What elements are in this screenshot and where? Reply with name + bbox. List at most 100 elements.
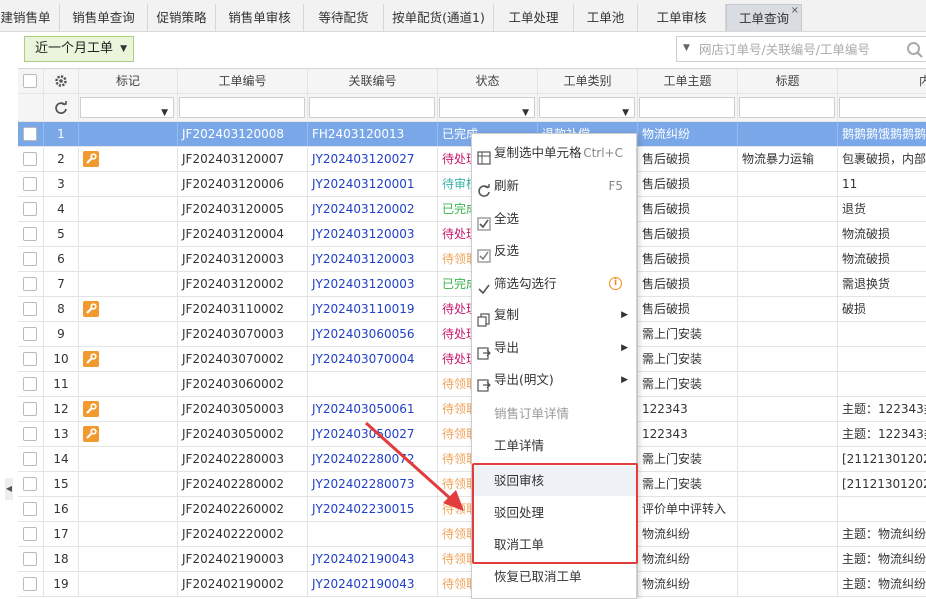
tab-8[interactable]: 工单审核 — [638, 4, 726, 31]
col-header-title[interactable]: 标题 — [738, 69, 838, 93]
filter-category-select[interactable]: ▼ — [539, 97, 635, 118]
title-text — [738, 222, 838, 246]
ref-id-link[interactable]: JY202403070004 — [308, 347, 438, 371]
ref-id-link[interactable]: FH2403120013 — [308, 122, 438, 146]
row-checkbox[interactable] — [23, 352, 37, 366]
work-order-id: JF202403060002 — [178, 372, 308, 396]
menu-item-5[interactable]: 复制 ▶ — [472, 300, 636, 330]
menu-item-7[interactable]: 导出(明文) ▶ — [472, 365, 636, 395]
col-header-ref-id[interactable]: 关联编号 — [308, 69, 438, 93]
row-checkbox[interactable] — [23, 177, 37, 191]
row-checkbox[interactable] — [23, 152, 37, 166]
menu-item-9[interactable]: 工单详情 — [472, 431, 636, 461]
ref-id-link[interactable]: JY202402190043 — [308, 547, 438, 571]
row-checkbox[interactable] — [23, 427, 37, 441]
filter-subject-input[interactable] — [639, 97, 735, 118]
ref-id-link[interactable]: JY202402190043 — [308, 572, 438, 596]
tab-label: 工单审核 — [656, 10, 707, 25]
row-checkbox[interactable] — [23, 452, 37, 466]
select-all-checkbox[interactable] — [23, 74, 37, 88]
col-header-content[interactable]: 内 — [838, 69, 926, 93]
menu-item-shortcut: Ctrl+C — [583, 146, 623, 160]
menu-item-0[interactable]: 复制选中单元格 Ctrl+C — [472, 138, 636, 168]
row-checkbox[interactable] — [23, 327, 37, 341]
tab-4[interactable]: 等待配货 — [304, 4, 384, 31]
row-checkbox[interactable] — [23, 127, 37, 141]
row-checkbox[interactable] — [23, 527, 37, 541]
row-checkbox[interactable] — [23, 577, 37, 591]
row-number: 16 — [44, 497, 79, 521]
ref-id-link[interactable]: JY202403110019 — [308, 297, 438, 321]
filter-status-select[interactable]: ▼ — [439, 97, 535, 118]
gear-icon[interactable] — [54, 74, 68, 88]
row-number: 19 — [44, 572, 79, 596]
col-header-status[interactable]: 状态 — [438, 69, 538, 93]
title-text — [738, 397, 838, 421]
tab-0[interactable]: 建销售单 — [0, 4, 60, 31]
ref-id-link[interactable]: JY202402230015 — [308, 497, 438, 521]
filter-ref-id-input[interactable] — [309, 97, 435, 118]
filter-mark-select[interactable]: ▼ — [80, 97, 174, 118]
info-icon[interactable]: i — [609, 277, 622, 290]
ref-id-link[interactable]: JY202403120002 — [308, 197, 438, 221]
content-text — [838, 497, 926, 521]
row-checkbox[interactable] — [23, 477, 37, 491]
menu-item-label: 工单详情 — [494, 438, 545, 453]
ref-id-link[interactable]: JY202403050027 — [308, 422, 438, 446]
ref-id-link[interactable]: JY202403120003 — [308, 222, 438, 246]
filter-content-input[interactable] — [839, 97, 926, 118]
menu-item-2[interactable]: 全选 — [472, 204, 636, 234]
row-checkbox[interactable] — [23, 202, 37, 216]
tab-1[interactable]: 销售单查询 — [60, 4, 148, 31]
filter-refresh-cell — [44, 94, 79, 121]
wrench-icon — [83, 301, 99, 317]
menu-item-3[interactable]: 反选 — [472, 236, 636, 266]
ref-id-link[interactable]: JY202403060056 — [308, 322, 438, 346]
tab-2[interactable]: 促销策略 — [148, 4, 216, 31]
menu-item-1[interactable]: 刷新 F5 — [472, 171, 636, 201]
row-checkbox[interactable] — [23, 402, 37, 416]
cell-0 — [18, 247, 44, 271]
tab-5[interactable]: 按单配货(通道1) — [384, 4, 494, 31]
date-range-dropdown[interactable]: 近一个月工单 ▼ — [24, 36, 134, 62]
row-checkbox[interactable] — [23, 252, 37, 266]
subject-text: 售后破损 — [638, 272, 738, 296]
row-checkbox[interactable] — [23, 227, 37, 241]
cell-2 — [79, 197, 178, 221]
row-checkbox[interactable] — [23, 552, 37, 566]
work-order-id: JF202403050003 — [178, 397, 308, 421]
ref-id-link[interactable]: JY202403120003 — [308, 272, 438, 296]
work-order-id: JF202403120002 — [178, 272, 308, 296]
search-icon[interactable] — [906, 41, 924, 59]
cell-0 — [18, 297, 44, 321]
close-icon[interactable]: × — [791, 0, 799, 24]
row-checkbox[interactable] — [23, 502, 37, 516]
content-text: 主题：122343类 — [838, 422, 926, 446]
col-header-mark[interactable]: 标记 — [79, 69, 178, 93]
ref-id-link[interactable]: JY202403120027 — [308, 147, 438, 171]
tab-3[interactable]: 销售单审核 — [216, 4, 304, 31]
row-checkbox[interactable] — [23, 377, 37, 391]
refresh-icon[interactable] — [54, 101, 68, 115]
filter-title-input[interactable] — [739, 97, 835, 118]
search-type-dropdown-icon[interactable]: ▼ — [683, 43, 690, 53]
menu-item-4[interactable]: 筛选勾选行 i — [472, 269, 636, 299]
ref-id-link[interactable]: JY202403120001 — [308, 172, 438, 196]
ref-id-link[interactable]: JY202402280072 — [308, 447, 438, 471]
tab-6[interactable]: 工单处理 — [494, 4, 574, 31]
collapse-handle-icon[interactable]: ◀ — [5, 478, 13, 500]
filter-order-id-input[interactable] — [179, 97, 305, 118]
menu-item-6[interactable]: 导出 ▶ — [472, 333, 636, 363]
col-header-order-id[interactable]: 工单编号 — [178, 69, 308, 93]
col-header-subject[interactable]: 工单主题 — [638, 69, 738, 93]
ref-id-link[interactable]: JY202402280073 — [308, 472, 438, 496]
tab-7[interactable]: 工单池 — [574, 4, 638, 31]
ref-id-link[interactable]: JY202403120003 — [308, 247, 438, 271]
row-checkbox[interactable] — [23, 277, 37, 291]
tab-9[interactable]: 工单查询 × — [726, 4, 802, 31]
col-header-category[interactable]: 工单类别 — [538, 69, 638, 93]
row-checkbox[interactable] — [23, 302, 37, 316]
menu-item-13[interactable]: 恢复已取消工单 — [472, 562, 636, 592]
search-input[interactable] — [699, 39, 899, 59]
ref-id-link[interactable]: JY202403050061 — [308, 397, 438, 421]
